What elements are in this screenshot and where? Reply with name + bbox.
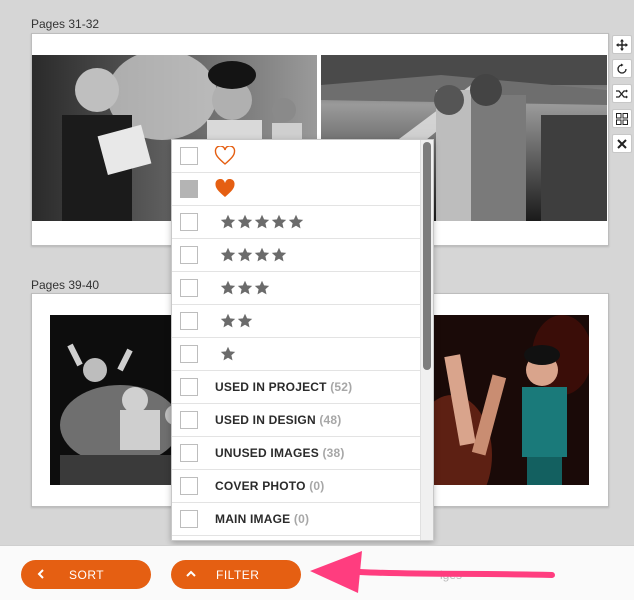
star-rating (220, 214, 304, 230)
shuffle-icon (616, 89, 628, 98)
star-icon (254, 214, 270, 229)
filter-checkbox[interactable] (180, 477, 198, 495)
filter-option-row[interactable]: USED IN DESIGN (48) (172, 404, 420, 437)
star-icon (237, 214, 253, 229)
filter-checkbox[interactable] (180, 279, 198, 297)
filter-option-label: USED IN DESIGN (215, 413, 320, 427)
star-rating (220, 280, 270, 296)
chevron-up-icon (186, 570, 196, 577)
filter-checkbox[interactable] (180, 345, 198, 363)
heart-filled-icon (215, 179, 235, 197)
filter-label: FILTER (216, 568, 260, 582)
filter-option-count: (0) (309, 479, 325, 493)
filter-checkbox[interactable] (180, 180, 198, 198)
filter-option-row[interactable] (172, 173, 420, 206)
star-icon (237, 313, 253, 328)
filter-option-row[interactable] (172, 239, 420, 272)
filter-dropdown[interactable]: USED IN PROJECT (52) USED IN DESIGN (48) U… (171, 139, 434, 541)
filter-option-text: COVER PHOTO (0) (215, 479, 324, 493)
filter-checkbox[interactable] (180, 378, 198, 396)
filter-checkbox[interactable] (180, 213, 198, 231)
rotate-icon (617, 63, 627, 74)
filter-option-row[interactable]: MAIN IMAGE (0) (172, 503, 420, 536)
filter-option-text: UNUSED IMAGES (38) (215, 446, 345, 460)
star-icon (254, 247, 270, 262)
move-icon (616, 38, 628, 51)
star-icon (220, 214, 236, 229)
chevron-left-icon (37, 569, 44, 579)
delete-button[interactable] (612, 134, 632, 153)
filter-option-row[interactable] (172, 206, 420, 239)
shuffle-button[interactable] (612, 84, 632, 103)
filter-option-label: UNUSED IMAGES (215, 446, 323, 460)
sort-label: SORT (69, 568, 105, 582)
filter-checkbox[interactable] (180, 312, 198, 330)
star-icon (220, 313, 236, 328)
filter-checkbox[interactable] (180, 246, 198, 264)
sort-button[interactable]: SORT (21, 560, 151, 589)
spread-label-pages-39-40: Pages 39-40 (31, 278, 100, 292)
star-rating (220, 313, 253, 329)
grid-button[interactable] (612, 109, 632, 128)
star-icon (271, 247, 287, 262)
dancing-photo[interactable] (432, 315, 589, 485)
filter-option-row[interactable] (172, 338, 420, 371)
filter-option-count: (52) (330, 380, 353, 394)
star-icon (254, 280, 270, 295)
star-icon (237, 247, 253, 262)
filter-checkbox[interactable] (180, 444, 198, 462)
filter-option-row[interactable]: COVER PHOTO (0) (172, 470, 420, 503)
star-icon (220, 280, 236, 295)
annotation-arrow (310, 551, 555, 593)
filter-checkbox[interactable] (180, 510, 198, 528)
filter-option-count: (48) (319, 413, 342, 427)
filter-option-count: (38) (322, 446, 345, 460)
rotate-button[interactable] (612, 59, 632, 78)
filter-option-text: USED IN DESIGN (48) (215, 413, 342, 427)
star-rating (220, 247, 287, 263)
filter-option-row[interactable]: UNUSED IMAGES (38) (172, 437, 420, 470)
filter-option-row[interactable] (172, 272, 420, 305)
filter-option-label: COVER PHOTO (215, 479, 310, 493)
filter-option-row[interactable] (172, 305, 420, 338)
filter-option-row[interactable]: USED IN PROJECT (52) (172, 371, 420, 404)
filter-option-text: MAIN IMAGE (0) (215, 512, 309, 526)
grid-icon (616, 112, 628, 125)
heart-outline-icon (214, 146, 236, 165)
filter-button[interactable]: FILTER (171, 560, 301, 589)
star-icon (237, 280, 253, 295)
filter-option-label: MAIN IMAGE (215, 512, 294, 526)
star-icon (288, 214, 304, 229)
move-button[interactable] (612, 35, 632, 54)
close-icon (617, 138, 627, 149)
filter-option-text: USED IN PROJECT (52) (215, 380, 352, 394)
dancing-photo-image (432, 315, 589, 485)
filter-option-count: (0) (293, 512, 310, 526)
star-icon (220, 346, 236, 361)
scrollbar-thumb[interactable] (423, 142, 431, 370)
spread-label-pages-31-32: Pages 31-32 (31, 17, 100, 31)
filter-checkbox[interactable] (180, 147, 198, 165)
filter-scrollbar[interactable] (420, 140, 433, 540)
filter-checkbox[interactable] (180, 411, 198, 429)
star-icon (220, 247, 236, 262)
star-rating (220, 346, 236, 362)
star-icon (271, 214, 287, 229)
filter-option-label: USED IN PROJECT (215, 380, 331, 394)
filter-option-row[interactable] (172, 140, 420, 173)
